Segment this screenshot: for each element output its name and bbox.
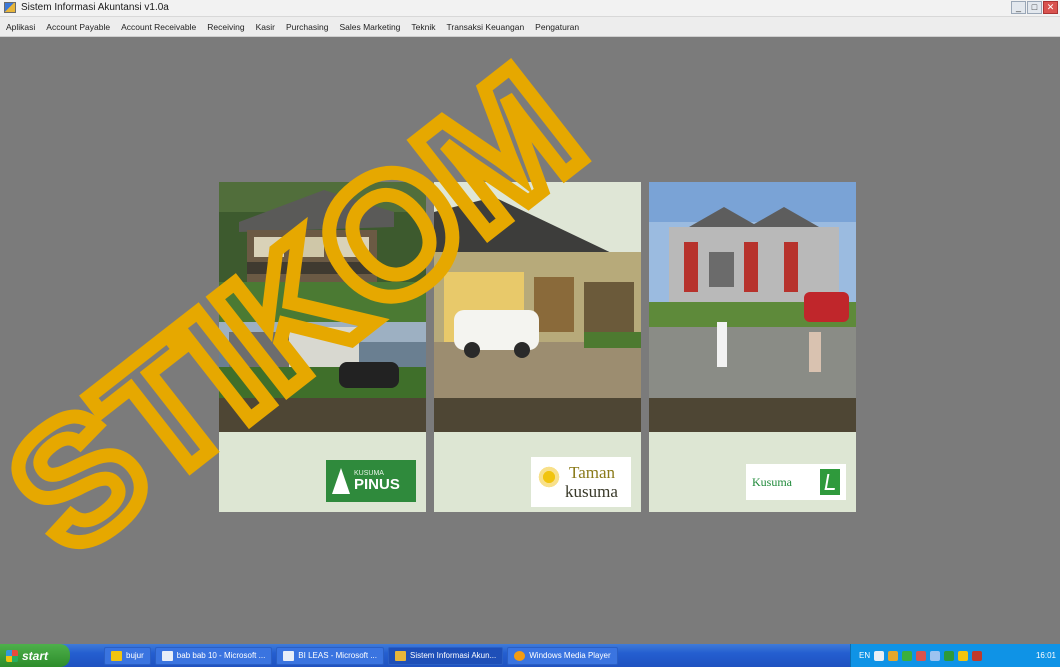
menu-pengaturan[interactable]: Pengaturan [535, 22, 579, 32]
clock[interactable]: 16:01 [1036, 651, 1056, 660]
panel-logo-area: Kusuma [649, 432, 856, 512]
app-icon [394, 650, 406, 661]
house-illustration [219, 182, 426, 398]
menu-teknik[interactable]: Teknik [411, 22, 435, 32]
panel-band [434, 398, 641, 432]
menu-receiving[interactable]: Receiving [207, 22, 244, 32]
taskbar-item-sistem-informasi[interactable]: Sistem Informasi Akun... [387, 646, 504, 665]
panel-band [649, 398, 856, 432]
taskbar-item-word-2[interactable]: BI LEAS - Microsoft ... [276, 646, 384, 665]
task-label: bab bab 10 - Microsoft ... [176, 651, 266, 660]
panel-logo-area: KUSUMA PINUS [219, 432, 426, 512]
media-player-icon [514, 650, 526, 661]
word-doc-icon [161, 650, 173, 661]
title-bar: Sistem Informasi Akuntansi v1.0a _ □ ✕ [0, 0, 1060, 17]
taskbar: start bujur bab bab 10 - Microsoft ... B… [0, 644, 1060, 667]
leaf-icon [820, 469, 840, 495]
task-label: Windows Media Player [529, 651, 611, 660]
tray-icon-4[interactable] [916, 650, 927, 661]
taskbar-item-media-player[interactable]: Windows Media Player [507, 646, 618, 665]
logo-line1: Taman [569, 463, 616, 482]
taman-kusuma-logo[interactable]: Taman kusuma [531, 457, 631, 507]
task-label: Sistem Informasi Akun... [409, 651, 497, 660]
house-photo-taman [434, 182, 641, 398]
menu-purchasing[interactable]: Purchasing [286, 22, 329, 32]
house-photo-kusuma [649, 182, 856, 398]
kusuma-pinus-logo[interactable]: KUSUMA PINUS [326, 460, 416, 502]
panel-band [219, 398, 426, 432]
house-illustration [434, 182, 641, 398]
app-icon[interactable] [4, 2, 16, 13]
tray-icon-7[interactable] [958, 650, 969, 661]
kusuma-logo[interactable]: Kusuma [746, 464, 846, 500]
menu-kasir[interactable]: Kasir [256, 22, 275, 32]
close-icon[interactable]: ✕ [1043, 1, 1058, 14]
window-controls: _ □ ✕ [1011, 1, 1058, 14]
menu-sales-marketing[interactable]: Sales Marketing [339, 22, 400, 32]
taskbar-item-word-1[interactable]: bab bab 10 - Microsoft ... [154, 646, 273, 665]
house-photo-pinus [219, 182, 426, 398]
window-title: Sistem Informasi Akuntansi v1.0a [21, 2, 169, 13]
menu-transaksi-keuangan[interactable]: Transaksi Keuangan [447, 22, 525, 32]
menu-aplikasi[interactable]: Aplikasi [6, 22, 35, 32]
task-label: BI LEAS - Microsoft ... [298, 651, 377, 660]
pine-tree-icon [332, 468, 350, 494]
taskbar-item-bujur[interactable]: bujur [104, 646, 151, 665]
house-illustration [649, 182, 856, 398]
minimize-icon[interactable]: _ [1011, 1, 1026, 14]
logo-big-text: PINUS [354, 476, 400, 493]
panel-logo-area: Taman kusuma [434, 432, 641, 512]
windows-logo-icon [6, 649, 18, 662]
maximize-icon[interactable]: □ [1027, 1, 1042, 14]
start-button[interactable]: start [0, 644, 70, 667]
start-label: start [22, 648, 49, 663]
tray-icon-1[interactable] [874, 650, 885, 661]
tray-icon-2[interactable] [888, 650, 899, 661]
quick-launch [70, 644, 100, 667]
tray-icon-6[interactable] [944, 650, 955, 661]
tray-icon-8[interactable] [972, 650, 983, 661]
logo-line2: kusuma [565, 482, 618, 501]
menu-account-receivable[interactable]: Account Receivable [121, 22, 196, 32]
panel-taman-kusuma: Taman kusuma [434, 182, 641, 512]
folder-icon [111, 650, 122, 661]
panel-kusuma: Kusuma [649, 182, 856, 512]
panel-kusuma-pinus: KUSUMA PINUS [219, 182, 426, 512]
menu-account-payable[interactable]: Account Payable [46, 22, 110, 32]
task-label: bujur [126, 651, 144, 660]
tray-icon-5[interactable] [930, 650, 941, 661]
menu-bar: Aplikasi Account Payable Account Receiva… [0, 17, 1060, 37]
language-indicator[interactable]: EN [859, 651, 870, 660]
sun-icon [537, 465, 561, 489]
logo-text: Kusuma [752, 474, 792, 489]
tray-icon-3[interactable] [902, 650, 913, 661]
word-doc-icon [283, 650, 295, 661]
system-tray: EN 16:01 [850, 644, 1060, 667]
